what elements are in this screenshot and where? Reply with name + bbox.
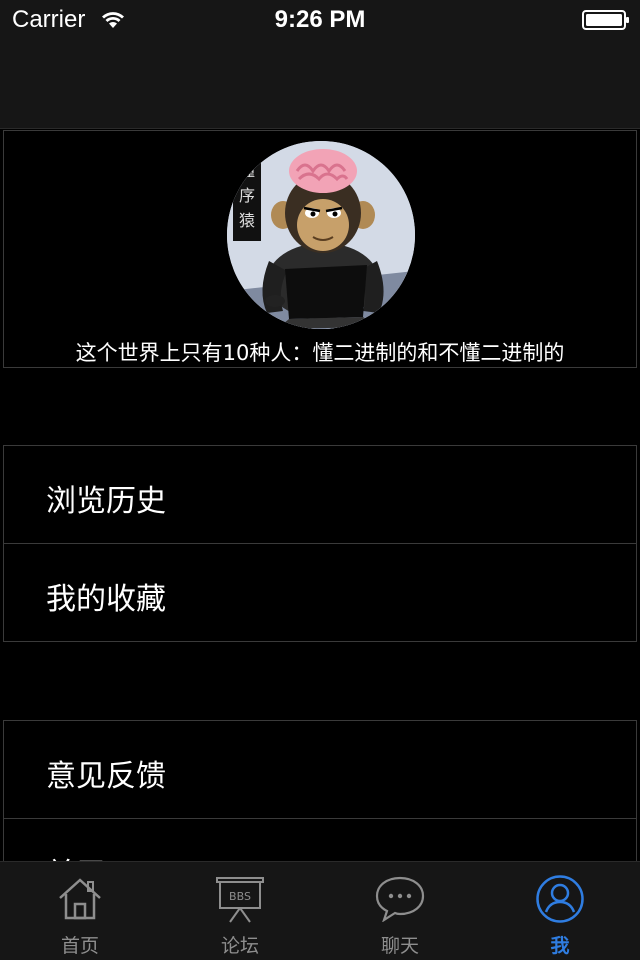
tab-bar: 首页 BBS 论坛 聊天 我 [0, 861, 640, 960]
menu-group-activity: 浏览历史 我的收藏 [3, 445, 637, 642]
profile-header[interactable]: 懂 序 猿 这个世界上只有10种人：懂二进制的和不懂二进制的 [3, 130, 637, 368]
tab-label: 我 [550, 935, 570, 957]
bbs-icon-text: BBS [229, 890, 251, 903]
banner-char-3: 猿 [239, 211, 255, 230]
user-profile-icon [536, 875, 584, 923]
profile-screen: Carrier 9:26 PM 懂 序 猿 这个世界上只有10种人：懂二进制的和… [0, 0, 640, 960]
battery-icon [582, 10, 629, 30]
navigation-bar [0, 40, 640, 129]
tab-chat[interactable]: 聊天 [320, 862, 480, 960]
menu-item-feedback[interactable]: 意见反馈 [3, 720, 637, 819]
clock-time: 9:26 PM [274, 6, 366, 33]
status-bar: Carrier 9:26 PM [0, 0, 640, 40]
tab-me[interactable]: 我 [480, 862, 640, 960]
banner-char-2: 序 [239, 186, 255, 205]
monkey-avatar-image: 懂 序 猿 [227, 141, 415, 329]
home-icon [59, 878, 101, 920]
menu-item-label: 我的收藏 [46, 582, 166, 617]
banner-char-1: 懂 [239, 161, 255, 180]
tab-forum[interactable]: BBS 论坛 [160, 862, 320, 960]
tab-label: 首页 [60, 935, 99, 957]
tab-label: 聊天 [380, 935, 419, 957]
menu-item-label: 浏览历史 [46, 484, 166, 519]
profile-motto: 这个世界上只有10种人：懂二进制的和不懂二进制的 [75, 341, 565, 365]
tab-label: 论坛 [220, 935, 259, 957]
menu-item-favorites[interactable]: 我的收藏 [3, 543, 637, 642]
menu-item-label: 意见反馈 [46, 759, 166, 794]
chat-bubble-icon [375, 876, 425, 922]
avatar[interactable]: 懂 序 猿 [227, 141, 415, 329]
tab-home[interactable]: 首页 [0, 862, 160, 960]
menu-item-browse-history[interactable]: 浏览历史 [3, 445, 637, 544]
bbs-board-icon: BBS [216, 877, 264, 923]
